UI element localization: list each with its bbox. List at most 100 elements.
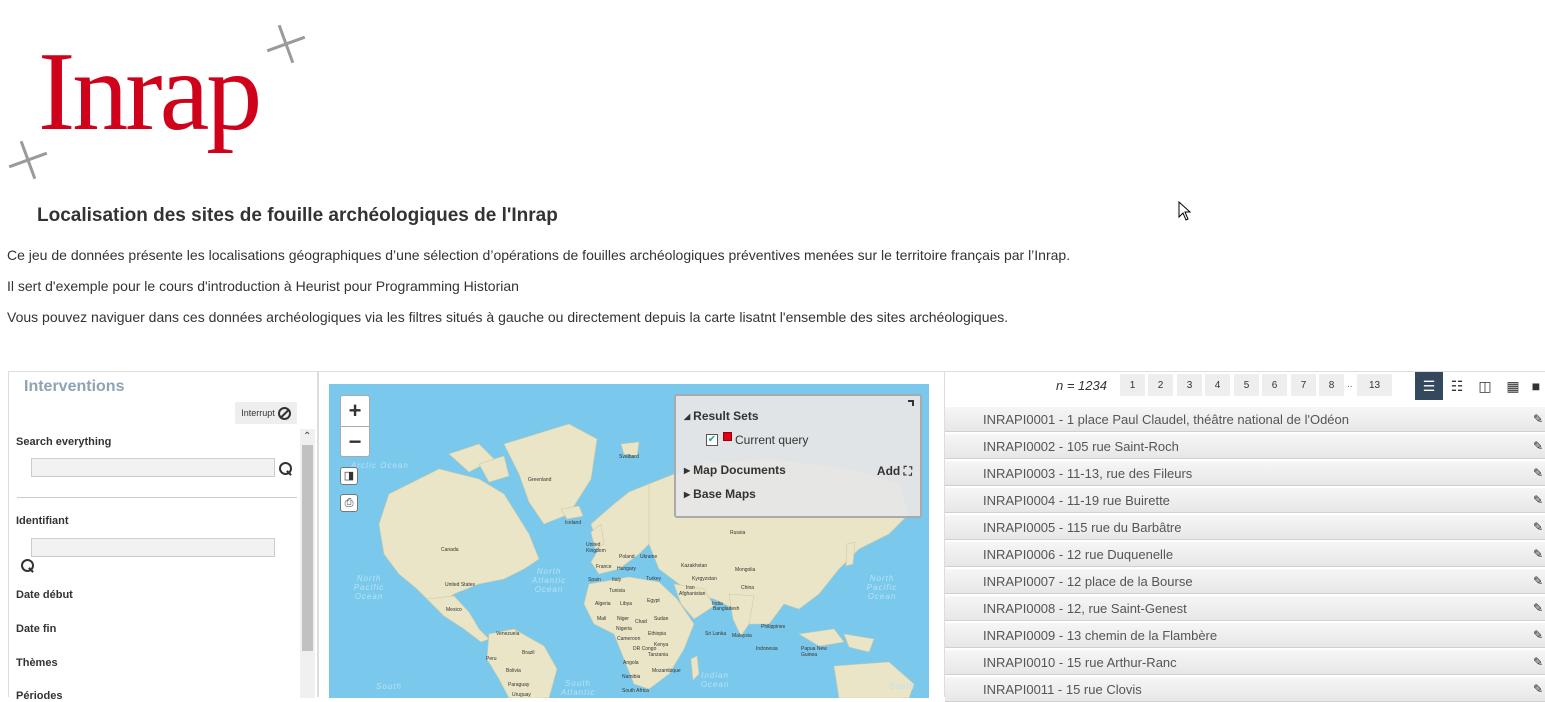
list-view-icon[interactable]: ☰ <box>1415 372 1443 400</box>
split-view-icon[interactable]: ◫ <box>1471 372 1499 400</box>
edit-pencil-icon[interactable]: ✎ <box>1533 650 1543 675</box>
ocean-label-arctic: Arctic Ocean <box>351 461 409 470</box>
add-map-document-button[interactable]: Add ⛶ <box>877 464 912 479</box>
map-label-indonesia: Indonesia <box>756 646 778 652</box>
map-label-uk: United Kingdom <box>586 542 606 554</box>
filter-scrollbar[interactable]: ⌃ <box>300 429 315 698</box>
grid-view-icon[interactable]: ▦ <box>1499 372 1527 400</box>
search-everything-search-icon[interactable] <box>278 461 294 477</box>
edit-pencil-icon[interactable]: ✎ <box>1533 461 1543 486</box>
result-row[interactable]: INRAPI0002 - 105 rue Saint-Roch ✎ <box>945 434 1545 459</box>
result-row[interactable]: INRAPI0011 - 15 rue Clovis ✎ <box>945 677 1545 702</box>
result-row[interactable]: INRAPI0009 - 13 chemin de la Flambère ✎ <box>945 623 1545 648</box>
interrupt-button[interactable]: Interrupt <box>235 402 297 424</box>
print-icon[interactable]: ⎙ <box>340 494 358 512</box>
interrupt-label: Interrupt <box>241 408 275 418</box>
edit-pencil-icon[interactable]: ✎ <box>1533 407 1543 432</box>
edit-pencil-icon[interactable]: ✎ <box>1533 677 1543 702</box>
result-row[interactable]: INRAPI0001 - 1 place Paul Claudel, théât… <box>945 407 1545 432</box>
result-row-title: INRAPI0004 - 11-19 rue Buirette <box>983 493 1170 508</box>
map-label-angola: Angola <box>623 660 639 666</box>
results-panel: n = 1234 1 2 3 4 5 6 7 8 .. 13 ☰ ☷ ◫ ▦ ■… <box>945 371 1545 702</box>
filter-panel: Interventions Interrupt Search everythin… <box>8 371 318 702</box>
map-label-paraguay: Paraguay <box>508 682 530 688</box>
page-7-button[interactable]: 7 <box>1291 374 1316 396</box>
intro-paragraph-1: Ce jeu de données présente les localisat… <box>7 247 1071 263</box>
map-label-russia: Russia <box>730 530 746 536</box>
pagination-ellipsis: .. <box>1347 379 1353 390</box>
page-8-button[interactable]: 8 <box>1319 374 1344 396</box>
page-5-button[interactable]: 5 <box>1234 374 1259 396</box>
map-label-italy: Italy <box>612 577 622 583</box>
world-map[interactable]: Arctic Ocean North Pacific Ocean North A… <box>329 384 929 698</box>
identifiant-search-icon[interactable] <box>20 558 36 574</box>
edit-pencil-icon[interactable]: ✎ <box>1533 596 1543 621</box>
ocean-label-south-west: South <box>376 682 402 691</box>
result-row-title: INRAPI0001 - 1 place Paul Claudel, théât… <box>983 412 1349 427</box>
scrollbar-thumb[interactable] <box>302 445 313 651</box>
map-label-south-africa: South Africa <box>622 688 649 694</box>
result-row-title: INRAPI0011 - 15 rue Clovis <box>983 682 1142 697</box>
page-4-button[interactable]: 4 <box>1205 374 1230 396</box>
result-row[interactable]: INRAPI0004 - 11-19 rue Buirette ✎ <box>945 488 1545 513</box>
thumbnail-view-icon[interactable]: ■ <box>1527 372 1545 400</box>
result-row[interactable]: INRAPI0008 - 12, rue Saint-Genest ✎ <box>945 596 1545 621</box>
edit-pencil-icon[interactable]: ✎ <box>1533 542 1543 567</box>
map-label-niger: Niger <box>617 616 629 622</box>
map-label-ethiopia: Ethiopia <box>648 631 667 637</box>
edit-pencil-icon[interactable]: ✎ <box>1533 488 1543 513</box>
zoom-in-button[interactable]: + <box>341 396 369 426</box>
mouse-cursor-icon <box>1178 201 1192 221</box>
page-1-button[interactable]: 1 <box>1120 374 1145 396</box>
map-label-sudan: Sudan <box>654 616 669 622</box>
layer-panel-collapse-icon[interactable] <box>908 400 914 406</box>
edit-pencil-icon[interactable]: ✎ <box>1533 515 1543 540</box>
edit-pencil-icon[interactable]: ✎ <box>1533 434 1543 459</box>
map-label-spain: Spain <box>588 577 601 583</box>
detail-list-view-icon[interactable]: ☷ <box>1443 372 1471 400</box>
result-row[interactable]: INRAPI0005 - 115 rue du Barbâtre ✎ <box>945 515 1545 540</box>
inrap-logo: Inrap <box>0 14 320 184</box>
page-6-button[interactable]: 6 <box>1262 374 1287 396</box>
result-row[interactable]: INRAPI0007 - 12 place de la Bourse ✎ <box>945 569 1545 594</box>
bookmark-tool-icon[interactable]: ◨ <box>340 467 358 485</box>
search-everything-input[interactable] <box>31 458 275 477</box>
ocean-label-south-atlantic: South Atlantic <box>560 679 596 697</box>
page-3-button[interactable]: 3 <box>1177 374 1202 396</box>
page-2-button[interactable]: 2 <box>1148 374 1173 396</box>
map-label-cameroon: Cameroon <box>617 636 641 642</box>
expand-right-icon: ▶ <box>684 466 691 475</box>
result-row-title: INRAPI0003 - 11-13, rue des Fileurs <box>983 466 1193 481</box>
edit-pencil-icon[interactable]: ✎ <box>1533 569 1543 594</box>
periodes-label: Périodes <box>16 690 63 702</box>
map-label-malaysia: Malaysia <box>732 633 752 639</box>
map-label-bolivia: Bolivia <box>506 668 521 674</box>
expand-down-icon: ◢ <box>684 412 691 421</box>
result-row-title: INRAPI0009 - 13 chemin de la Flambère <box>983 628 1218 643</box>
scroll-up-icon[interactable]: ⌃ <box>303 431 311 442</box>
result-sets-label: Result Sets <box>693 409 759 423</box>
current-query-color-swatch[interactable] <box>723 432 732 441</box>
map-label-uruguay: Uruguay <box>512 692 531 698</box>
identifiant-input[interactable] <box>31 538 275 557</box>
zoom-out-button[interactable]: − <box>341 426 369 456</box>
map-label-philippines: Philippines <box>761 624 786 630</box>
map-label-china: China <box>741 585 755 591</box>
page-13-button[interactable]: 13 <box>1357 374 1392 396</box>
map-frame: Arctic Ocean North Pacific Ocean North A… <box>318 371 945 698</box>
ocean-label-north-atlantic: North Atlantic Ocean <box>531 567 567 594</box>
result-row[interactable]: INRAPI0003 - 11-13, rue des Fileurs ✎ <box>945 461 1545 486</box>
map-documents-toggle[interactable]: ▶ Map Documents <box>684 463 786 477</box>
result-row[interactable]: INRAPI0010 - 15 rue Arthur-Ranc ✎ <box>945 650 1545 675</box>
base-maps-toggle[interactable]: ▶ Base Maps <box>684 487 756 501</box>
result-row[interactable]: INRAPI0006 - 12 rue Duquenelle ✎ <box>945 542 1545 567</box>
date-fin-label: Date fin <box>16 623 57 635</box>
edit-pencil-icon[interactable]: ✎ <box>1533 623 1543 648</box>
map-label-france: France <box>596 564 612 570</box>
map-label-bangladesh: Bangladesh <box>713 606 740 612</box>
themes-label: Thèmes <box>16 657 58 669</box>
intro-paragraph-3: Vous pouvez naviguer dans ces données ar… <box>7 309 1009 325</box>
result-sets-toggle[interactable]: ◢ Result Sets <box>684 409 759 423</box>
base-maps-label: Base Maps <box>693 487 756 501</box>
current-query-checkbox[interactable]: ✔ <box>706 434 718 446</box>
